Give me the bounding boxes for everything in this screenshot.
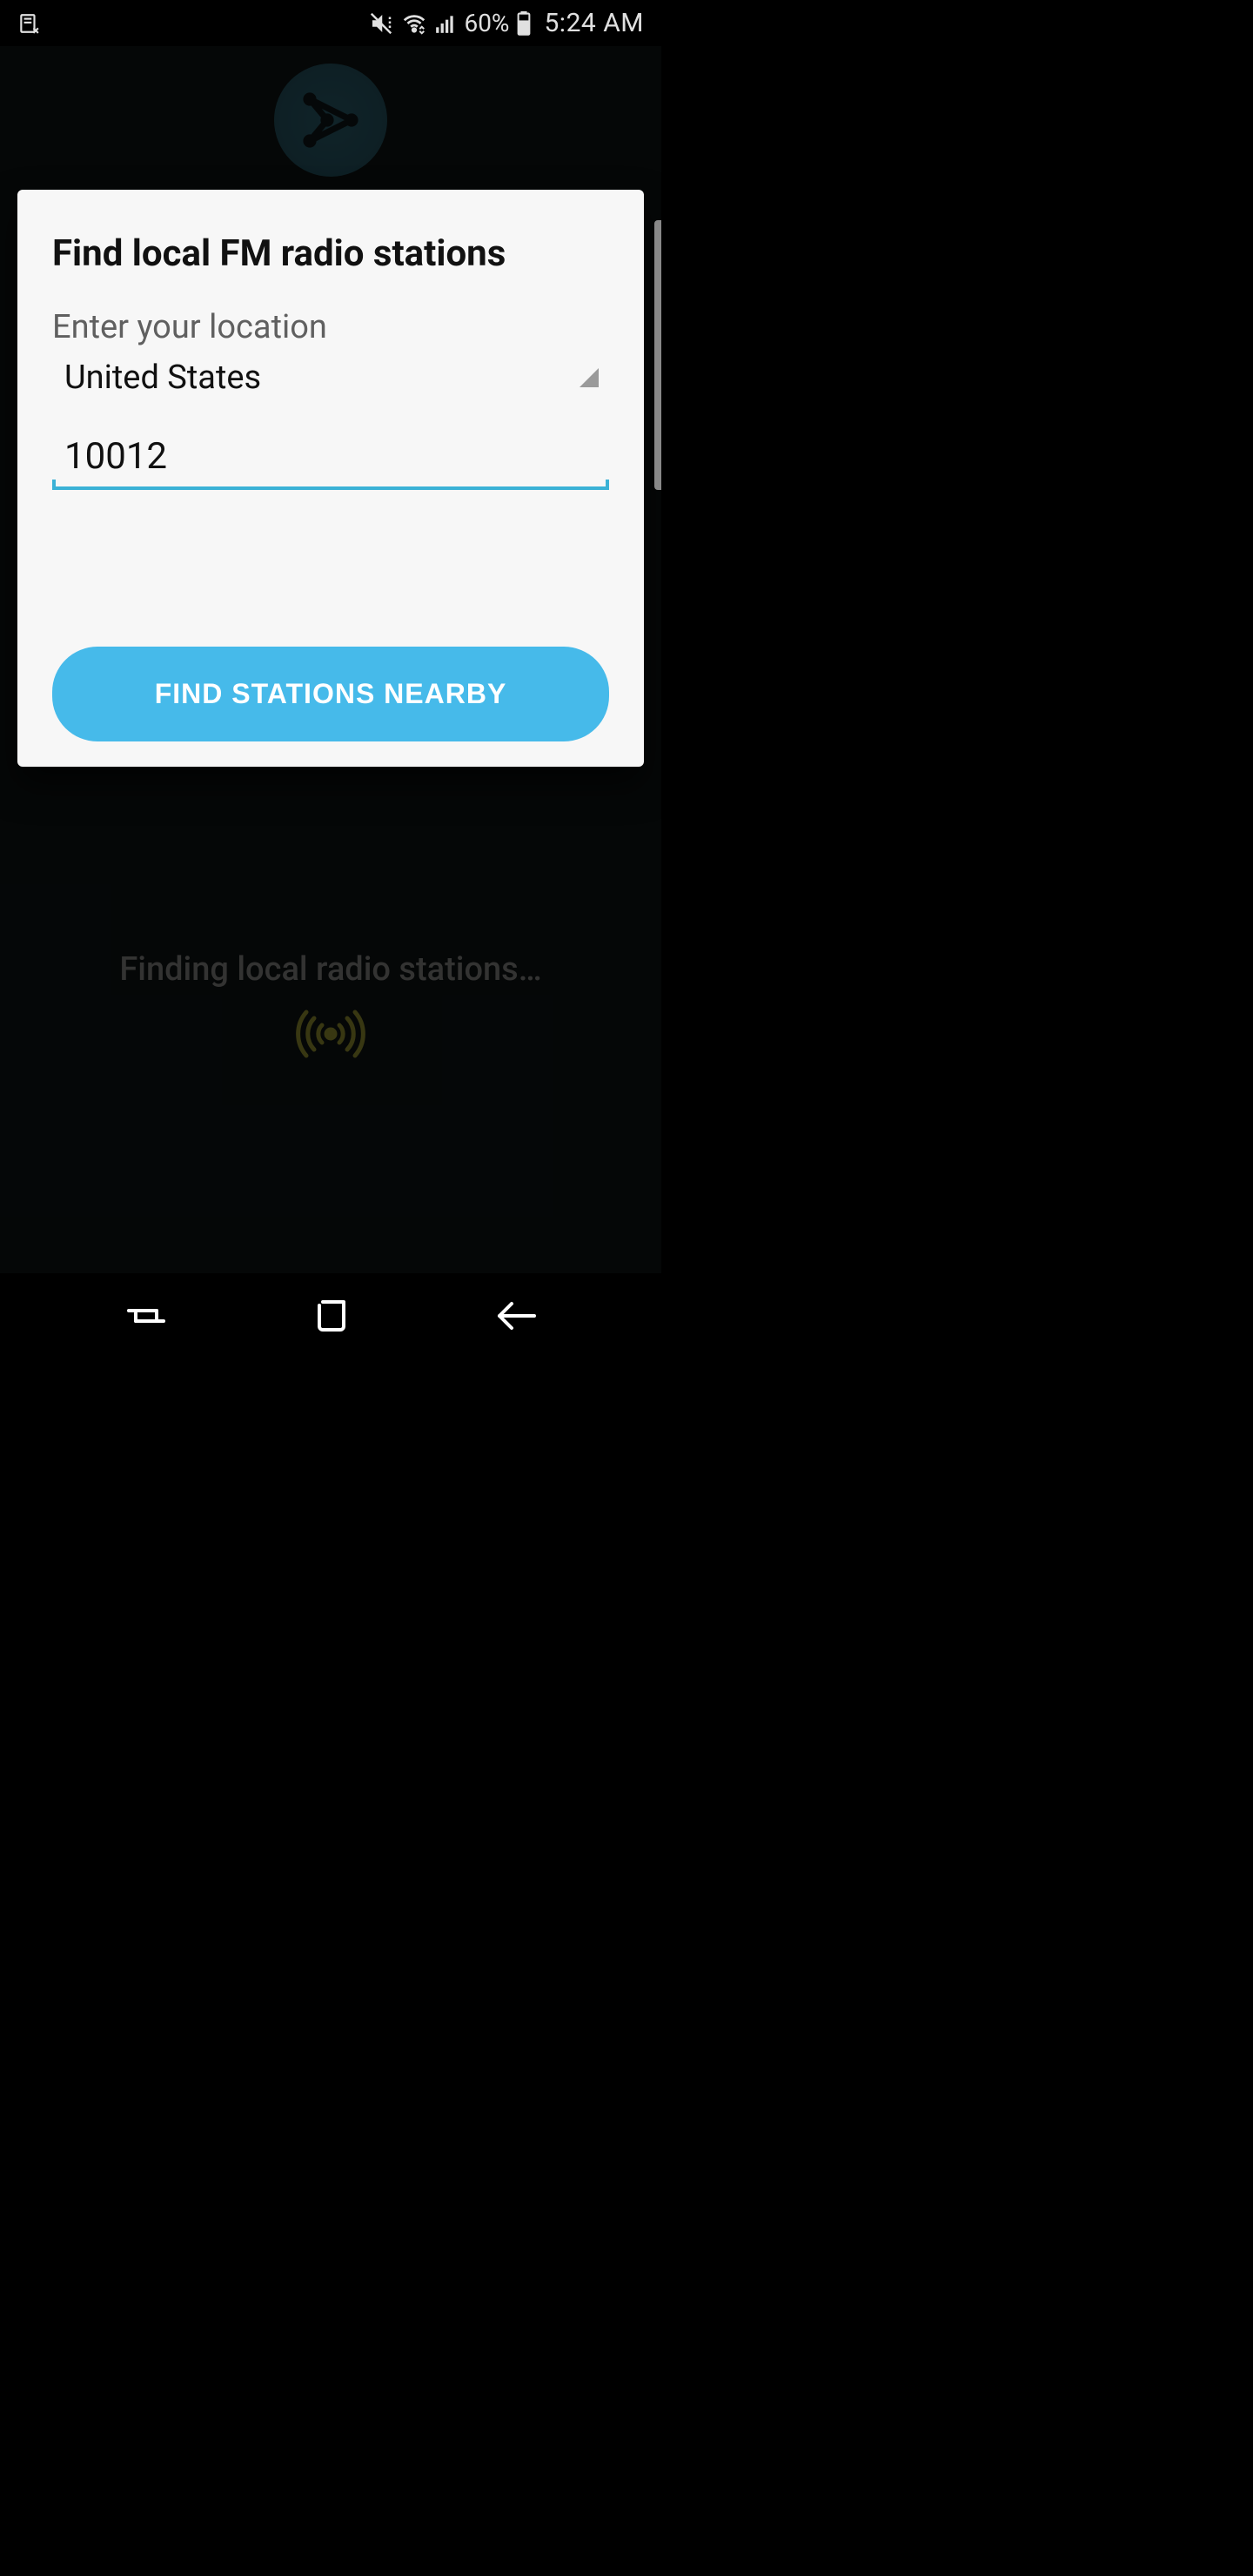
- find-stations-dialog: Find local FM radio stations Enter your …: [17, 190, 644, 767]
- clock-time: 5:24 AM: [544, 8, 644, 38]
- dialog-subtitle: Enter your location: [52, 308, 609, 346]
- zip-input[interactable]: [52, 428, 609, 490]
- nav-home-button[interactable]: [312, 1297, 351, 1335]
- radio-waves-icon: [291, 1008, 370, 1072]
- nav-recent-apps-button[interactable]: [124, 1298, 169, 1333]
- nav-back-button[interactable]: [494, 1299, 538, 1332]
- battery-icon: [516, 11, 532, 36]
- country-dropdown[interactable]: United States: [52, 350, 609, 411]
- mute-vibrate-icon: [368, 10, 394, 37]
- navigation-bar: [0, 1273, 661, 1358]
- dialog-title: Find local FM radio stations: [52, 232, 609, 275]
- wifi-icon: [401, 10, 427, 37]
- loading-status-text: Finding local radio stations…: [0, 950, 661, 989]
- status-bar: 60% 5:24 AM: [0, 0, 661, 46]
- find-stations-button[interactable]: FIND STATIONS NEARBY: [52, 647, 609, 741]
- country-dropdown-value: United States: [64, 359, 580, 397]
- zip-field: [52, 428, 609, 490]
- dropdown-caret-icon: [580, 368, 599, 387]
- battery-percent: 60%: [464, 9, 509, 37]
- app-notification-icon: [17, 12, 40, 35]
- scroll-indicator[interactable]: [654, 220, 661, 490]
- brand-logo-icon: [274, 64, 387, 177]
- cellular-signal-icon: [434, 12, 457, 35]
- app-background: nextradio Finding local radio stations… …: [0, 46, 661, 1273]
